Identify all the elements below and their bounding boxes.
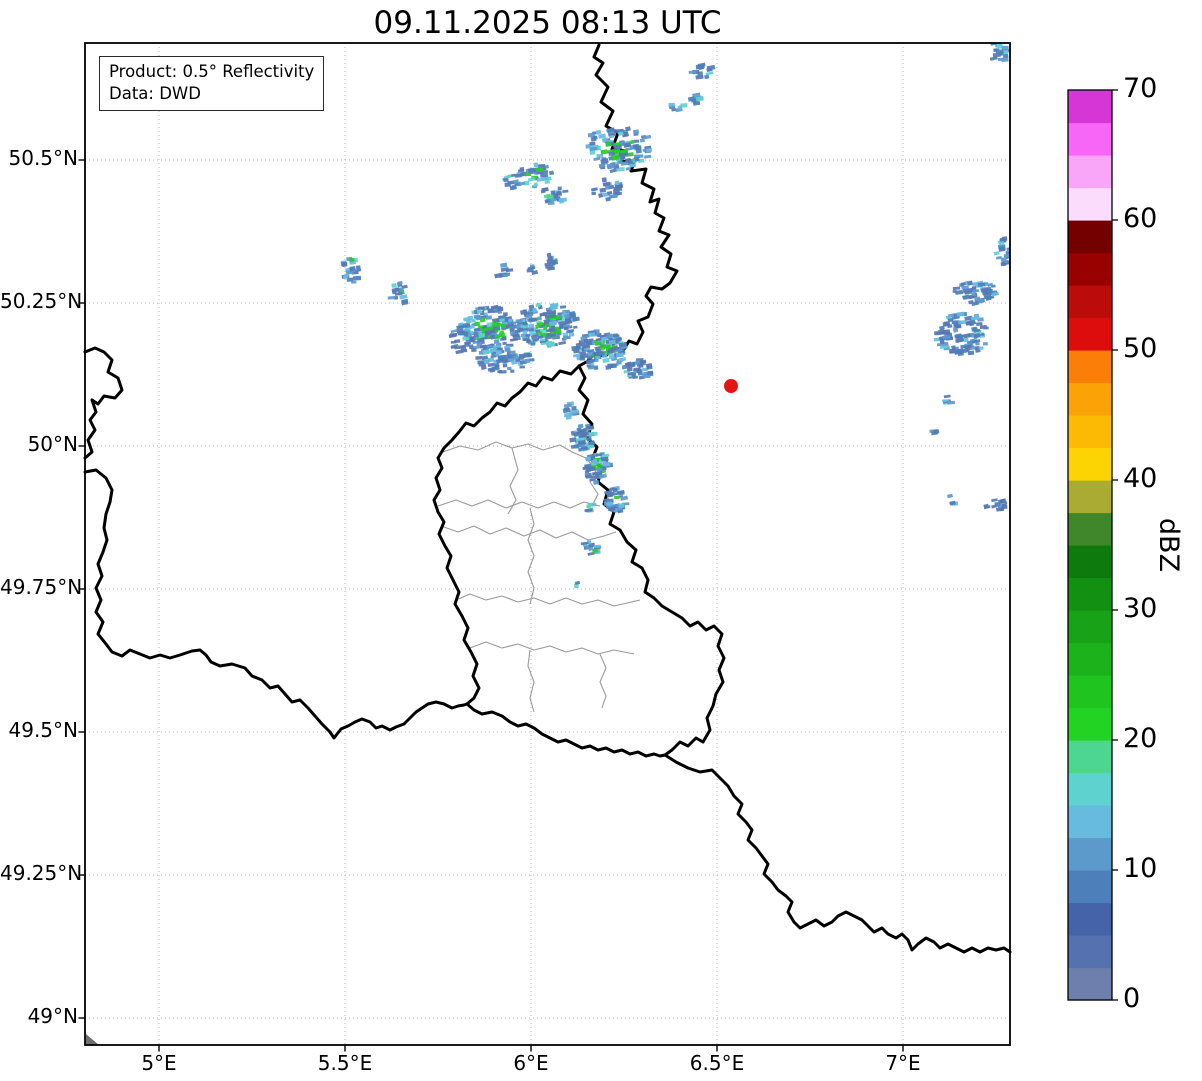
- legend-source-line: Data: DWD: [109, 83, 201, 103]
- district-borders: [437, 441, 641, 713]
- border-luxembourg-east: [577, 364, 726, 757]
- border-belgium-germany: [577, 43, 679, 368]
- gridlines: [85, 43, 1010, 1045]
- map-canvas: [78, 42, 1118, 1052]
- border-luxembourg-south: [465, 702, 667, 758]
- border-belgium-france-loop: [83, 346, 124, 460]
- y-tick-label: 49.5°N: [8, 718, 79, 742]
- border-luxembourg-west: [432, 364, 581, 706]
- radar-echoes: [340, 43, 1010, 589]
- x-tick-label: 6.5°E: [689, 1051, 745, 1075]
- x-tick-label: 5°E: [141, 1051, 177, 1075]
- x-tick-label: 7°E: [885, 1051, 921, 1075]
- y-tick-label: 50°N: [27, 432, 78, 456]
- legend-box: Product: 0.5° Reflectivity Data: DWD: [99, 56, 325, 111]
- colorbar: [1067, 89, 1118, 1001]
- map-corner-wedge: [86, 1034, 99, 1045]
- y-tick-label: 50.25°N: [0, 289, 83, 313]
- y-tick-label: 49.75°N: [0, 575, 83, 599]
- y-tick-label: 49.25°N: [0, 861, 83, 885]
- y-tick-label: 50.5°N: [8, 146, 79, 170]
- colorbar-tick-label: 0: [1123, 983, 1141, 1014]
- axis-ticks: [78, 159, 904, 1052]
- colorbar-tick-label: 20: [1123, 723, 1158, 754]
- border-france-germany: [663, 753, 1012, 954]
- x-tick-label: 6°E: [513, 1051, 549, 1075]
- radar-site-marker: [724, 379, 738, 393]
- colorbar-tick-label: 60: [1123, 203, 1158, 234]
- colorbar-tick-label: 10: [1123, 853, 1158, 884]
- colorbar-axis-label: dBZ: [1153, 517, 1184, 573]
- colorbar-tick-label: 30: [1123, 593, 1158, 624]
- colorbar-tick-label: 50: [1123, 333, 1158, 364]
- colorbar-tick-label: 40: [1123, 463, 1158, 494]
- map-frame: [84, 42, 1011, 1046]
- y-tick-label: 49°N: [27, 1004, 78, 1028]
- border-belgium-france: [83, 468, 469, 740]
- x-tick-label: 5.5°E: [317, 1051, 373, 1075]
- legend-product-line: Product: 0.5° Reflectivity: [109, 62, 315, 81]
- radar-figure: 09.11.2025 08:13 UTC Product: 0.5° Refle…: [0, 0, 1202, 1081]
- colorbar-tick-label: 70: [1123, 73, 1158, 104]
